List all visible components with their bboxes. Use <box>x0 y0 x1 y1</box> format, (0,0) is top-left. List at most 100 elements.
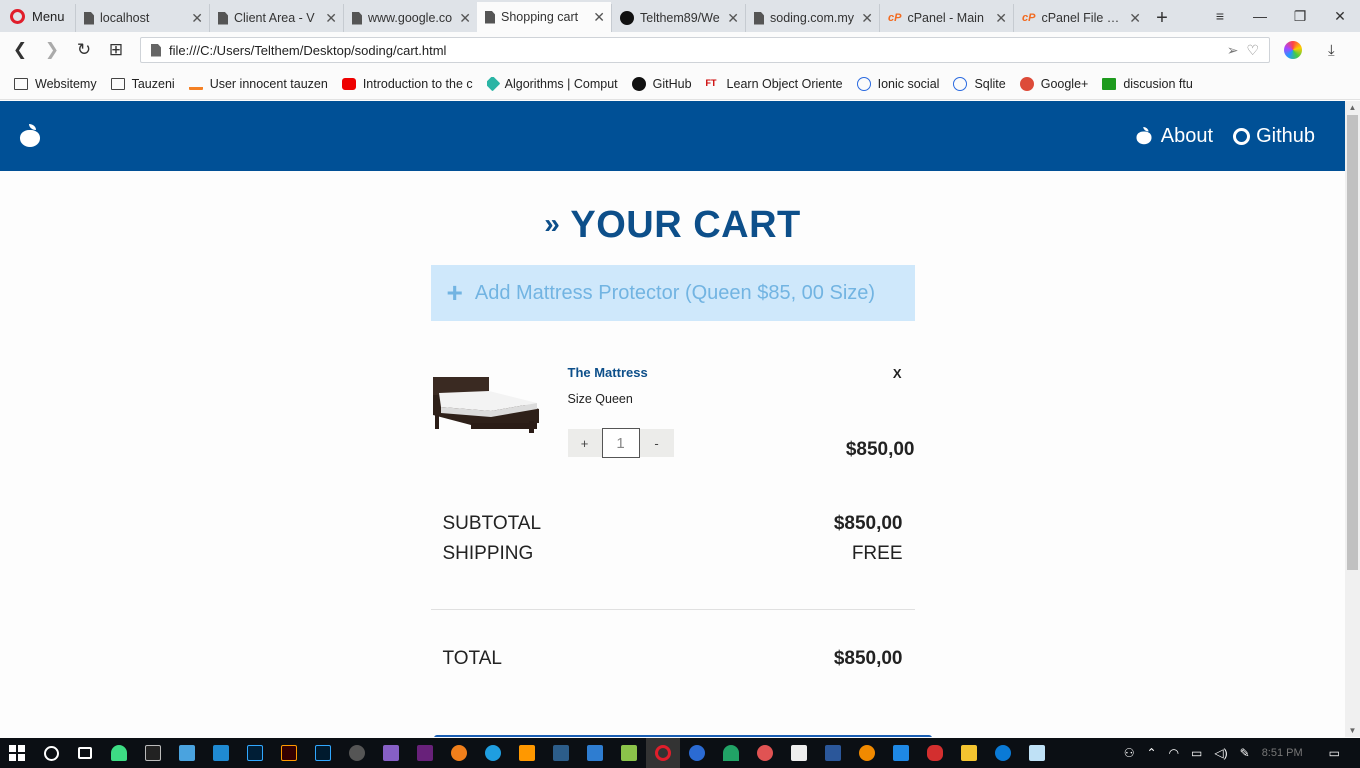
chevron-up-icon[interactable]: ⌃ <box>1147 746 1157 760</box>
bookmark-google-plus[interactable]: Google+ <box>1019 76 1088 91</box>
taskbar-firefox[interactable] <box>680 738 714 768</box>
apple-logo-icon[interactable] <box>19 124 41 148</box>
people-icon[interactable]: ⚇ <box>1124 746 1135 760</box>
close-icon[interactable]: ✕ <box>727 10 739 27</box>
taskbar-lightroom[interactable] <box>306 738 340 768</box>
close-icon[interactable]: ✕ <box>995 10 1007 27</box>
taskbar-visual-studio-2[interactable] <box>408 738 442 768</box>
tab-shopping-cart[interactable]: Shopping cart ✕ <box>477 2 611 32</box>
tab-soding[interactable]: soding.com.my ✕ <box>745 4 879 32</box>
wifi-icon[interactable]: ◠ <box>1169 746 1179 760</box>
page-scrollbar[interactable]: ▲ ▼ <box>1345 101 1360 737</box>
close-icon[interactable]: ✕ <box>191 10 203 27</box>
taskbar-visual-studio[interactable] <box>374 738 408 768</box>
new-tab-button[interactable]: + <box>1147 4 1177 32</box>
taskbar-file[interactable] <box>782 738 816 768</box>
pen-icon[interactable]: ✎ <box>1240 746 1250 760</box>
taskbar-search-app[interactable] <box>850 738 884 768</box>
nav-about-link[interactable]: About <box>1133 124 1213 148</box>
start-button[interactable] <box>0 738 34 768</box>
send-icon[interactable]: ➢ <box>1227 42 1239 59</box>
back-icon[interactable]: ❮ <box>4 40 36 60</box>
close-icon[interactable]: ✕ <box>459 10 471 27</box>
reload-icon[interactable]: ↻ <box>68 40 100 60</box>
bookmark-introduction[interactable]: Introduction to the c <box>341 77 473 91</box>
taskbar-word[interactable] <box>816 738 850 768</box>
gear-icon <box>349 745 365 761</box>
tab-google[interactable]: www.google.co ✕ <box>343 4 477 32</box>
scroll-down-icon[interactable]: ▼ <box>1345 726 1360 735</box>
taskbar-app-blue[interactable] <box>476 738 510 768</box>
taskbar-app-square[interactable] <box>578 738 612 768</box>
taskbar-virtualbox[interactable] <box>884 738 918 768</box>
search-button[interactable] <box>34 738 68 768</box>
taskbar-app-orange[interactable] <box>442 738 476 768</box>
close-icon[interactable]: ✕ <box>861 10 873 27</box>
taskbar-app-green[interactable] <box>714 738 748 768</box>
scrollbar-thumb[interactable] <box>1347 115 1358 570</box>
window-close-icon[interactable]: ✕ <box>1320 8 1360 25</box>
restore-icon[interactable]: ❐ <box>1280 8 1320 25</box>
decrement-button[interactable]: - <box>639 429 674 457</box>
bookmark-discusion-ftu[interactable]: discusion ftu <box>1102 76 1193 91</box>
taskbar-app-bug[interactable] <box>918 738 952 768</box>
task-view-button[interactable] <box>68 738 102 768</box>
taskbar-cmd[interactable] <box>136 738 170 768</box>
minimize-icon[interactable]: — <box>1240 8 1280 24</box>
tab-github-repo[interactable]: Telthem89/We ✕ <box>611 4 745 32</box>
tab-localhost[interactable]: localhost ✕ <box>75 4 209 32</box>
url-field[interactable]: file:///C:/Users/Telthem/Desktop/soding/… <box>140 37 1270 63</box>
quantity-input[interactable]: 1 <box>601 428 640 458</box>
tab-menu-icon[interactable]: ≡ <box>1200 8 1240 24</box>
forward-icon[interactable]: ❯ <box>36 40 68 60</box>
taskbar-android-studio[interactable] <box>102 738 136 768</box>
clock[interactable]: 8:51 PM <box>1262 747 1303 759</box>
bookmark-sqlite[interactable]: Sqlite <box>953 76 1006 91</box>
close-icon[interactable]: ✕ <box>1129 10 1141 27</box>
tab-client-area[interactable]: Client Area - V ✕ <box>209 4 343 32</box>
bookmark-label: GitHub <box>652 76 692 91</box>
bookmark-label: discusion ftu <box>1123 76 1193 91</box>
bookmark-github[interactable]: GitHub <box>631 76 692 91</box>
extension-icon[interactable] <box>1284 41 1302 59</box>
taskbar-notepad[interactable] <box>1020 738 1054 768</box>
browser-menu-button[interactable]: Menu <box>0 0 75 32</box>
nav-github-link[interactable]: Github <box>1233 124 1315 148</box>
taskbar-sublime[interactable] <box>510 738 544 768</box>
taskbar-app-gear[interactable] <box>340 738 374 768</box>
bookmark-user-innocent[interactable]: User innocent tauzen <box>188 77 328 91</box>
bookmark-tauzeni[interactable]: Tauzeni <box>110 77 175 91</box>
taskbar-edge[interactable] <box>986 738 1020 768</box>
add-protector-button[interactable]: + Add Mattress Protector (Queen $85, 00 … <box>430 265 915 321</box>
remove-item-button[interactable]: X <box>893 366 902 381</box>
taskbar-notepad-plus[interactable] <box>612 738 646 768</box>
volume-icon[interactable]: ◁) <box>1214 746 1227 760</box>
taskbar-opera[interactable] <box>646 738 680 768</box>
url-text[interactable]: file:///C:/Users/Telthem/Desktop/soding/… <box>169 43 1219 58</box>
speed-dial-icon[interactable]: ⊞ <box>100 40 132 60</box>
bookmark-algorithms[interactable]: Algorithms | Comput <box>486 76 618 91</box>
taskbar-control-panel[interactable] <box>170 738 204 768</box>
tab-cpanel-file-manager[interactable]: cP cPanel File Ma ✕ <box>1013 4 1147 32</box>
heart-icon[interactable]: ♡ <box>1246 42 1259 59</box>
bookmark-ionic-social[interactable]: Ionic social <box>856 76 939 91</box>
close-icon[interactable]: ✕ <box>593 9 605 26</box>
notifications-icon[interactable]: ▭ <box>1329 746 1340 760</box>
taskbar-photoshop[interactable] <box>238 738 272 768</box>
battery-icon[interactable]: ▭ <box>1191 746 1202 760</box>
mattress-product-image <box>432 377 539 433</box>
taskbar-vscode[interactable] <box>204 738 238 768</box>
bookmark-learn-oop[interactable]: FT Learn Object Oriente <box>706 77 843 91</box>
taskbar-explorer[interactable] <box>952 738 986 768</box>
download-icon[interactable]: ⤓ <box>1328 42 1335 59</box>
item-name[interactable]: The Mattress <box>568 365 648 380</box>
taskbar-illustrator[interactable] <box>272 738 306 768</box>
close-icon[interactable]: ✕ <box>325 10 337 27</box>
increment-button[interactable]: + <box>567 429 602 457</box>
scroll-up-icon[interactable]: ▲ <box>1345 103 1360 112</box>
taskbar-app-chart[interactable] <box>544 738 578 768</box>
tab-cpanel-main[interactable]: cP cPanel - Main ✕ <box>879 4 1013 32</box>
bookmark-websitemy[interactable]: Websitemy <box>14 77 97 91</box>
checkout-button[interactable] <box>434 735 932 737</box>
taskbar-app-red[interactable] <box>748 738 782 768</box>
